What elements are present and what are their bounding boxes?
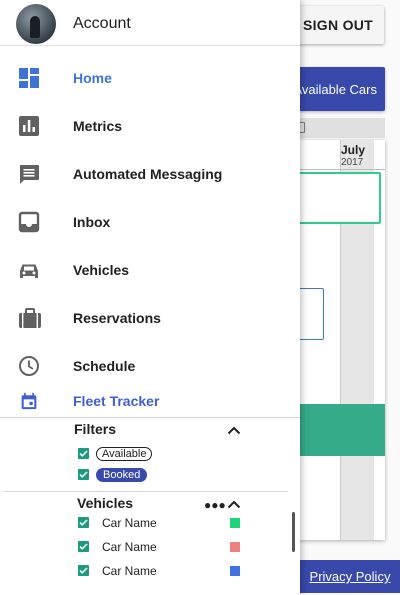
more-options-icon[interactable]: ●●● xyxy=(204,498,226,512)
nav-label-home: Home xyxy=(73,70,112,86)
nav-item-inbox[interactable]: Inbox xyxy=(0,198,300,246)
divider xyxy=(4,491,288,492)
nav-label-vehicles: Vehicles xyxy=(73,262,130,278)
calendar-icon xyxy=(21,392,37,410)
nav-item-vehicles[interactable]: Vehicles xyxy=(0,246,300,294)
vehicle-row[interactable]: Car Name xyxy=(76,562,246,582)
filter-available-checkbox[interactable] xyxy=(78,448,89,459)
divider xyxy=(0,417,300,418)
message-icon xyxy=(20,165,39,184)
sign-out-button[interactable]: SIGN OUT xyxy=(292,6,384,44)
bar-chart-icon xyxy=(19,116,39,136)
vehicle-color-swatch xyxy=(230,542,240,552)
chevron-up-icon[interactable] xyxy=(227,499,241,509)
vehicle-row[interactable]: Car Name xyxy=(76,514,246,534)
dashboard-icon xyxy=(19,68,39,88)
nav-item-home[interactable]: Home xyxy=(0,54,300,102)
vehicle-name: Car Name xyxy=(102,540,157,554)
filter-booked-checkbox[interactable] xyxy=(78,469,89,480)
scrollbar[interactable] xyxy=(292,512,295,552)
clock-icon xyxy=(19,356,39,376)
vehicle-row[interactable]: Car Name xyxy=(76,538,246,558)
nav-label-metrics: Metrics xyxy=(73,118,123,134)
avatar[interactable] xyxy=(16,4,56,44)
nav-label-fleet-tracker: Fleet Tracker xyxy=(73,393,160,409)
calendar-month: July xyxy=(341,143,366,157)
account-header[interactable]: Account xyxy=(0,0,300,46)
inbox-icon xyxy=(18,211,40,233)
nav-item-reservations[interactable]: Reservations xyxy=(0,294,300,342)
nav-item-metrics[interactable]: Metrics xyxy=(0,102,300,150)
vehicle-checkbox[interactable] xyxy=(78,565,89,576)
available-cars-button[interactable]: Available Cars xyxy=(285,67,385,111)
navigation-drawer: Account Home Metrics Automated Messaging xyxy=(0,0,300,595)
vehicle-color-swatch xyxy=(230,566,240,576)
booking-event[interactable] xyxy=(285,404,385,456)
chevron-up-icon[interactable] xyxy=(227,425,241,435)
vehicle-checkbox[interactable] xyxy=(78,541,89,552)
car-icon xyxy=(20,264,38,278)
briefcase-icon xyxy=(19,308,41,328)
available-cars-label: Available Cars xyxy=(293,81,377,97)
nav-item-automated-messaging[interactable]: Automated Messaging xyxy=(0,150,300,198)
nav-label-automated-messaging: Automated Messaging xyxy=(73,166,223,182)
vehicle-name: Car Name xyxy=(102,516,157,530)
nav-label-reservations: Reservations xyxy=(73,310,161,326)
booked-chip[interactable]: Booked xyxy=(96,468,148,482)
vehicle-name: Car Name xyxy=(102,564,157,578)
available-chip[interactable]: Available xyxy=(96,447,153,461)
nav-label-inbox: Inbox xyxy=(73,214,111,230)
booking-event[interactable] xyxy=(290,172,381,224)
vehicle-color-swatch xyxy=(230,518,240,528)
vehicles-title: Vehicles xyxy=(77,495,134,511)
nav-label-schedule: Schedule xyxy=(73,358,136,374)
privacy-policy-link[interactable]: Privacy Policy xyxy=(300,560,400,593)
filters-title: Filters xyxy=(74,421,117,437)
account-title: Account xyxy=(73,15,131,32)
date-picker-bar[interactable] xyxy=(285,118,385,138)
vehicle-checkbox[interactable] xyxy=(78,517,89,528)
calendar-header-divider xyxy=(285,169,385,170)
calendar-year: 2017 xyxy=(341,157,364,168)
